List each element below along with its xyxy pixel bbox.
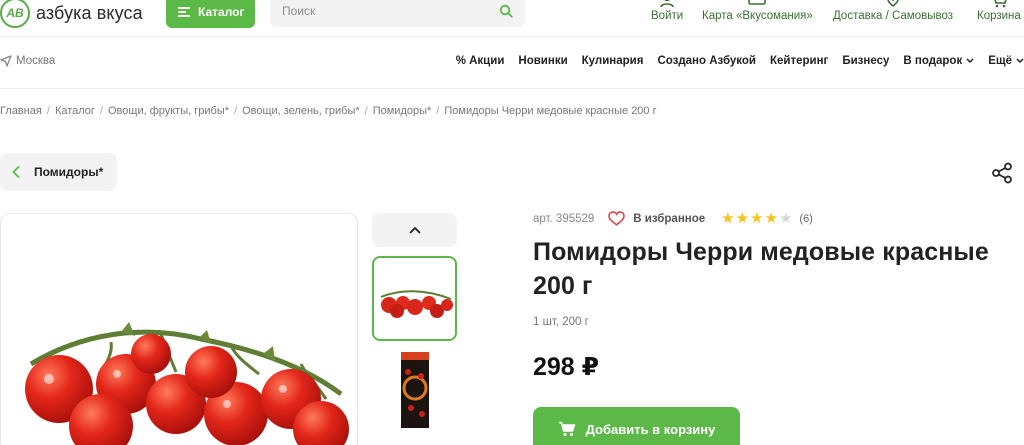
product-thumbnail-1[interactable] (372, 256, 457, 341)
city-selector[interactable]: Москва (0, 55, 55, 67)
heart-icon (608, 211, 626, 226)
nav-link-more[interactable]: Ещё (988, 55, 1024, 67)
nav-link-catering[interactable]: Кейтеринг (770, 55, 828, 67)
delivery-action[interactable]: Доставка / Самовывоз (833, 0, 953, 22)
breadcrumb-link[interactable]: Овощи, зелень, грибы* (242, 105, 360, 117)
cherry-tomatoes-image (25, 322, 349, 445)
article-number: арт. 395529 (533, 212, 595, 225)
breadcrumb-separator: / (99, 105, 103, 117)
nav-link-new[interactable]: Новинки (518, 55, 567, 67)
product-weight: 1 шт, 200 г (533, 316, 589, 328)
add-to-favorites-button[interactable]: В избранное (608, 211, 705, 226)
add-to-cart-button[interactable]: Добавить в корзину (533, 407, 740, 445)
cart-icon (994, 0, 1007, 8)
nav-link-more-label: Ещё (988, 55, 1012, 67)
cart-label: Корзина (977, 10, 1021, 22)
site-header: АВ азбука вкуса Каталог Войти Карта «Вку… (0, 0, 1024, 37)
breadcrumb-link[interactable]: Главная (0, 105, 42, 117)
logo-text: азбука вкуса (36, 2, 143, 23)
product-package-thumbnail (400, 352, 429, 428)
chevron-down-icon (1016, 58, 1024, 64)
star-filled-icon: ★ (721, 210, 735, 227)
back-chip-label: Помидоры* (34, 165, 104, 179)
login-action[interactable]: Войти (651, 0, 683, 22)
star-filled-icon: ★ (735, 210, 750, 227)
breadcrumb-link[interactable]: Каталог (55, 105, 95, 117)
rating-stars[interactable]: ★ ★ ★ ★ ★ (721, 211, 792, 226)
login-label: Войти (651, 10, 684, 22)
share-icon[interactable] (991, 162, 1013, 184)
city-label: Москва (16, 55, 56, 67)
nav-link-gifts-label: В подарок (903, 55, 963, 67)
user-icon (660, 0, 674, 8)
nav-row: Москва % Акции Новинки Кулинария Создано… (0, 52, 1024, 72)
product-meta-row: арт. 395529 В избранное ★ ★ ★ ★ ★ (6) (533, 211, 813, 226)
nav-link-gifts[interactable]: В подарок (903, 55, 974, 67)
product-main-image[interactable] (0, 213, 358, 445)
breadcrumb-separator: / (234, 105, 238, 117)
chevron-down-icon (966, 58, 974, 64)
catalog-button[interactable]: Каталог (166, 0, 255, 28)
breadcrumb-separator: / (436, 105, 440, 117)
location-pin-icon (887, 0, 899, 8)
breadcrumb-link[interactable]: Овощи, фрукты, грибы* (108, 105, 229, 117)
product-thumbnail-2[interactable] (372, 348, 457, 433)
star-filled-icon: ★ (764, 210, 778, 227)
favorites-label: В избранное (633, 212, 706, 225)
nav-link-sales[interactable]: % Акции (456, 55, 505, 67)
menu-icon (178, 7, 190, 17)
nav-link-business[interactable]: Бизнесу (842, 55, 889, 67)
nav-link-own-brand[interactable]: Создано Азбукой (657, 55, 756, 67)
chevron-up-icon (409, 227, 420, 234)
search-input[interactable] (282, 4, 499, 18)
cart-icon (558, 421, 575, 436)
product-title: Помидоры Черри медовые красные 200 г (533, 238, 989, 300)
loyalty-card-label: Карта «Вкусомания» (702, 10, 813, 22)
search-bar[interactable] (270, 0, 525, 27)
loyalty-card-action[interactable]: Карта «Вкусомания» (702, 0, 813, 22)
reviews-count[interactable]: (6) (799, 213, 812, 225)
logo[interactable]: АВ азбука вкуса (0, 0, 143, 28)
back-to-category-button[interactable]: Помидоры* (0, 153, 117, 191)
add-to-cart-label: Добавить в корзину (585, 421, 716, 437)
thumbnails-scroll-up-button[interactable] (372, 213, 457, 247)
product-price: 298 ₽ (533, 353, 600, 381)
breadcrumb-separator: / (364, 105, 368, 117)
card-icon (748, 0, 767, 5)
delivery-label: Доставка / Самовывоз (833, 10, 953, 22)
divider (0, 88, 1024, 89)
main-nav: % Акции Новинки Кулинария Создано Азбуко… (456, 55, 1024, 67)
breadcrumb-separator: / (46, 105, 50, 117)
star-filled-icon: ★ (750, 210, 764, 227)
logo-mark-icon: АВ (0, 0, 30, 28)
search-icon[interactable] (499, 4, 513, 18)
nav-link-culinary[interactable]: Кулинария (582, 55, 644, 67)
cherry-tomatoes-thumbnail (380, 289, 453, 318)
location-arrow-icon (0, 55, 12, 67)
breadcrumb-current: Помидоры Черри медовые красные 200 г (444, 105, 657, 117)
star-empty-icon: ★ (778, 210, 793, 227)
breadcrumb-link[interactable]: Помидоры* (373, 105, 432, 117)
cart-action[interactable]: Корзина (977, 0, 1021, 22)
chevron-left-icon (12, 166, 20, 178)
breadcrumb: Главная / Каталог / Овощи, фрукты, грибы* /… (0, 105, 657, 117)
catalog-button-label: Каталог (198, 5, 245, 19)
